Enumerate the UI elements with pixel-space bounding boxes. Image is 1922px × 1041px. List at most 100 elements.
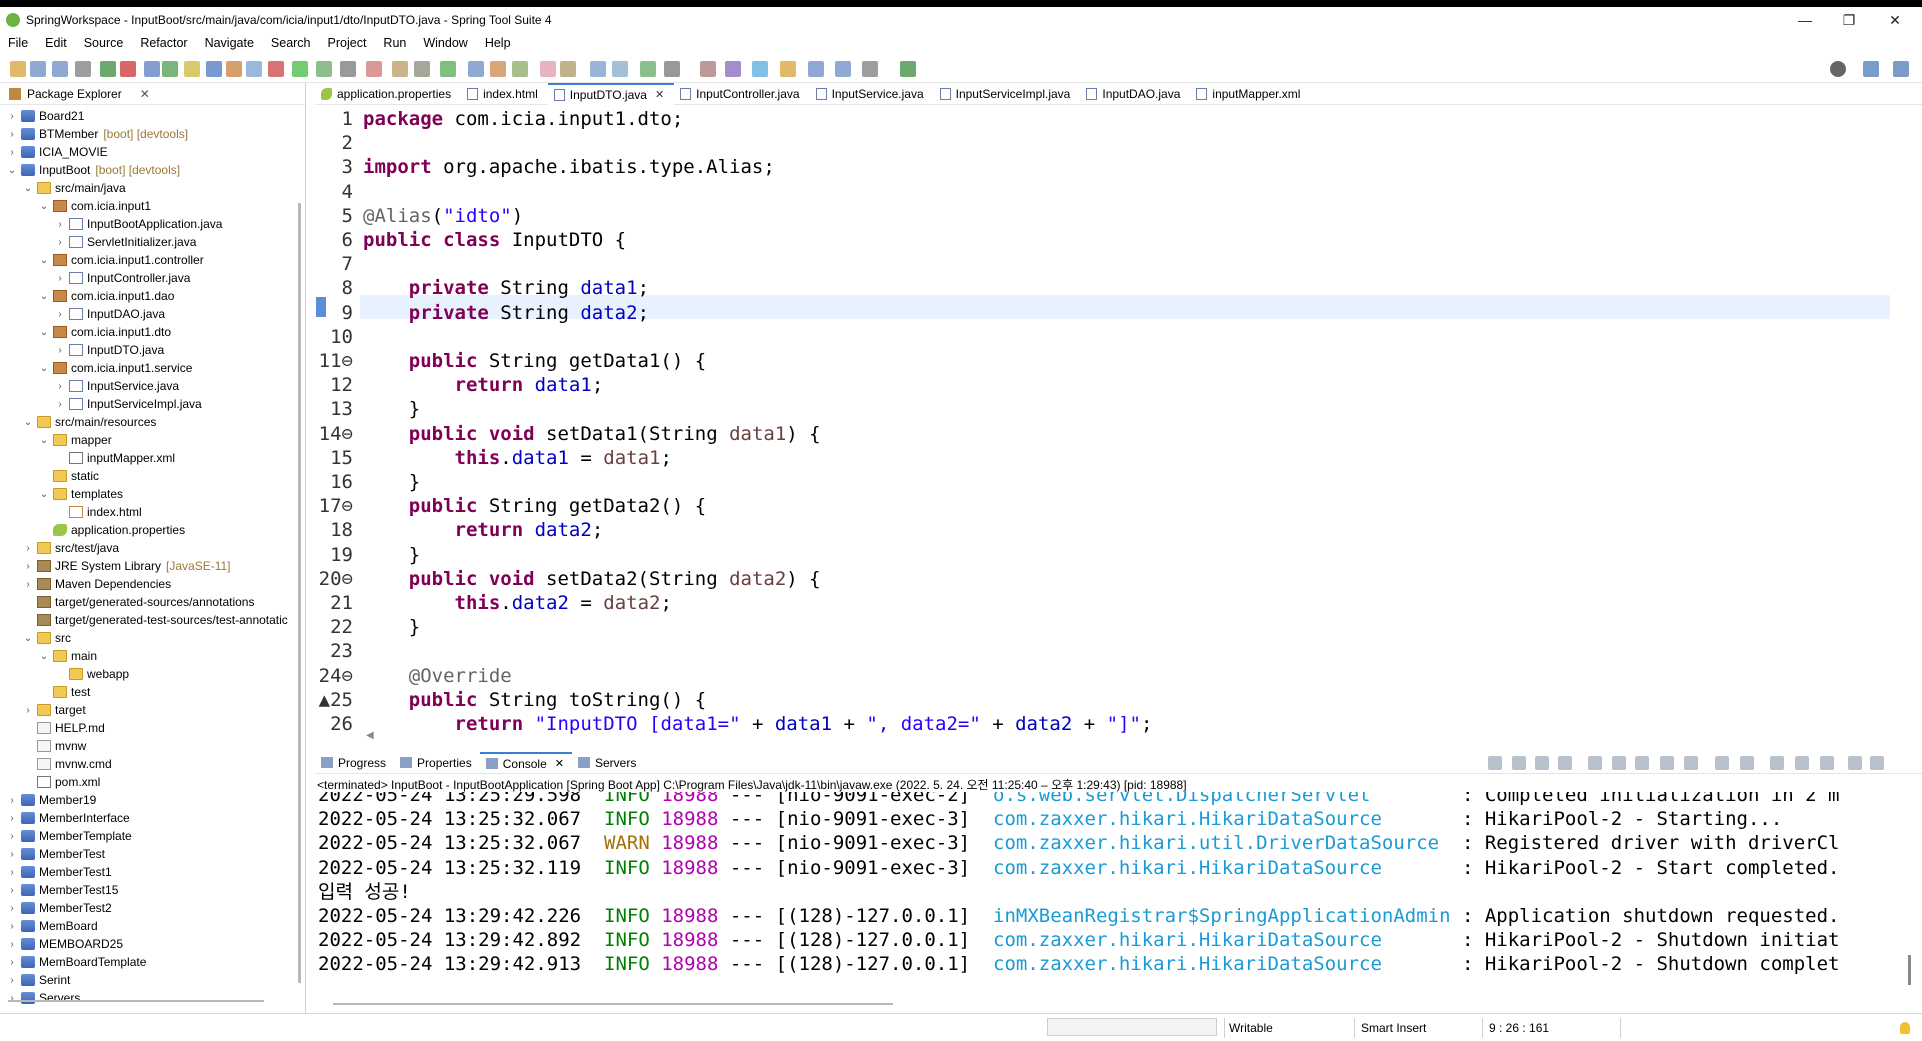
tree-item[interactable]: static: [0, 467, 300, 485]
chevron-down-icon[interactable]: ⌄: [38, 327, 50, 338]
chevron-right-icon[interactable]: ›: [54, 237, 66, 248]
console-toolbar-icon[interactable]: [1848, 756, 1862, 770]
console-scrollbar[interactable]: [1908, 955, 1911, 985]
tree-item[interactable]: ⌄ com.icia.input1.dao: [0, 287, 300, 305]
menu-item-search[interactable]: Search: [263, 36, 320, 50]
code-line[interactable]: }: [363, 543, 420, 567]
chevron-right-icon[interactable]: ›: [6, 849, 18, 860]
spring-perspective-icon[interactable]: [1893, 61, 1909, 77]
toolbar-button-icon[interactable]: [268, 61, 284, 77]
chevron-right-icon[interactable]: ›: [6, 831, 18, 842]
tree-item[interactable]: ⌄ src: [0, 629, 300, 647]
code-line[interactable]: return data1;: [363, 373, 604, 397]
close-icon[interactable]: ✕: [140, 87, 150, 101]
console-toolbar-icon[interactable]: [1870, 756, 1884, 770]
tree-item[interactable]: › MemBoard: [0, 917, 300, 935]
tab-progress[interactable]: Progress: [315, 752, 394, 774]
maximize-button[interactable]: ❐: [1826, 7, 1872, 33]
tree-item[interactable]: ⌄ com.icia.input1.controller: [0, 251, 300, 269]
toolbar-button-icon[interactable]: [144, 61, 160, 77]
tree-item[interactable]: pom.xml: [0, 773, 300, 791]
toolbar-button-icon[interactable]: [340, 61, 356, 77]
toolbar-button-icon[interactable]: [246, 61, 262, 77]
tree-item[interactable]: inputMapper.xml: [0, 449, 300, 467]
tree-item[interactable]: target/generated-test-sources/test-annot…: [0, 611, 300, 629]
chevron-down-icon[interactable]: ⌄: [6, 165, 18, 176]
menu-item-edit[interactable]: Edit: [37, 36, 76, 50]
chevron-right-icon[interactable]: ›: [6, 129, 18, 140]
tree-item[interactable]: › Board21: [0, 107, 300, 125]
close-icon[interactable]: ✕: [555, 757, 564, 770]
code-line[interactable]: }: [363, 470, 420, 494]
chevron-down-icon[interactable]: ⌄: [38, 489, 50, 500]
code-line[interactable]: public String getData2() {: [363, 494, 706, 518]
tree-item[interactable]: › MemberInterface: [0, 809, 300, 827]
tree-item[interactable]: › MemberTemplate: [0, 827, 300, 845]
tree-item[interactable]: › MemberTest1: [0, 863, 300, 881]
editor-tab[interactable]: InputDTO.java ✕: [547, 82, 675, 105]
tree-item[interactable]: webapp: [0, 665, 300, 683]
console-toolbar-icon[interactable]: [1740, 756, 1754, 770]
chevron-right-icon[interactable]: ›: [54, 399, 66, 410]
console-toolbar-icon[interactable]: [1715, 756, 1729, 770]
perspective-icon[interactable]: [1863, 61, 1879, 77]
chevron-right-icon[interactable]: ›: [6, 795, 18, 806]
tree-item[interactable]: ⌄ InputBoot [boot] [devtools]: [0, 161, 300, 179]
console-toolbar-icon[interactable]: [1512, 756, 1526, 770]
scroll-left-icon[interactable]: ◀: [366, 730, 374, 741]
lightbulb-icon[interactable]: [1900, 1022, 1910, 1034]
toolbar-button-icon[interactable]: [664, 61, 680, 77]
toolbar-button-icon[interactable]: [512, 61, 528, 77]
tree-item[interactable]: mvnw.cmd: [0, 755, 300, 773]
tree-item[interactable]: ⌄ templates: [0, 485, 300, 503]
tree-item[interactable]: › ServletInitializer.java: [0, 233, 300, 251]
code-line[interactable]: public class InputDTO {: [363, 228, 626, 252]
tree-item[interactable]: › InputDTO.java: [0, 341, 300, 359]
toolbar-button-icon[interactable]: [366, 61, 382, 77]
tree-item[interactable]: › MemberTest2: [0, 899, 300, 917]
chevron-right-icon[interactable]: ›: [6, 147, 18, 158]
toolbar-button-icon[interactable]: [468, 61, 484, 77]
tree-item[interactable]: application.properties: [0, 521, 300, 539]
chevron-down-icon[interactable]: ⌄: [22, 633, 34, 644]
editor-horizontal-scrollbar[interactable]: ◀: [360, 730, 1900, 743]
toolbar-button-icon[interactable]: [10, 61, 26, 77]
chevron-right-icon[interactable]: ›: [6, 921, 18, 932]
code-line[interactable]: public String getData1() {: [363, 349, 706, 373]
menu-item-help[interactable]: Help: [477, 36, 520, 50]
chevron-right-icon[interactable]: ›: [6, 867, 18, 878]
console-toolbar-icon[interactable]: [1488, 756, 1502, 770]
tree-item[interactable]: ⌄ com.icia.input1.dto: [0, 323, 300, 341]
tree-horizontal-scrollbar[interactable]: [8, 1000, 264, 1002]
toolbar-button-icon[interactable]: [75, 61, 91, 77]
toolbar-button-icon[interactable]: [440, 61, 456, 77]
console-toolbar-icon[interactable]: [1635, 756, 1649, 770]
toolbar-button-icon[interactable]: [780, 61, 796, 77]
tree-item[interactable]: › target: [0, 701, 300, 719]
console-toolbar-icon[interactable]: [1588, 756, 1602, 770]
toolbar-button-icon[interactable]: [900, 61, 916, 77]
toolbar-button-icon[interactable]: [226, 61, 242, 77]
code-line[interactable]: this.data2 = data2;: [363, 591, 672, 615]
chevron-right-icon[interactable]: ›: [6, 957, 18, 968]
console-output[interactable]: 2022-05-24 13:25:29.598 INFO 18988 --- […: [315, 792, 1905, 1002]
chevron-right-icon[interactable]: ›: [54, 273, 66, 284]
tree-item[interactable]: ⌄ mapper: [0, 431, 300, 449]
tree-item[interactable]: › Serint: [0, 971, 300, 989]
tree-item[interactable]: › MEMBOARD25: [0, 935, 300, 953]
menu-item-refactor[interactable]: Refactor: [132, 36, 196, 50]
toolbar-button-icon[interactable]: [52, 61, 68, 77]
chevron-right-icon[interactable]: ›: [6, 111, 18, 122]
toolbar-button-icon[interactable]: [540, 61, 556, 77]
code-line[interactable]: }: [363, 615, 420, 639]
chevron-right-icon[interactable]: ›: [22, 561, 34, 572]
console-toolbar-icon[interactable]: [1795, 756, 1809, 770]
toolbar-button-icon[interactable]: [490, 61, 506, 77]
chevron-down-icon[interactable]: ⌄: [22, 183, 34, 194]
menu-item-project[interactable]: Project: [320, 36, 376, 50]
console-toolbar-icon[interactable]: [1770, 756, 1784, 770]
tree-item[interactable]: index.html: [0, 503, 300, 521]
menu-item-navigate[interactable]: Navigate: [197, 36, 263, 50]
package-explorer-title[interactable]: Package Explorer: [27, 87, 122, 101]
console-toolbar-icon[interactable]: [1612, 756, 1626, 770]
